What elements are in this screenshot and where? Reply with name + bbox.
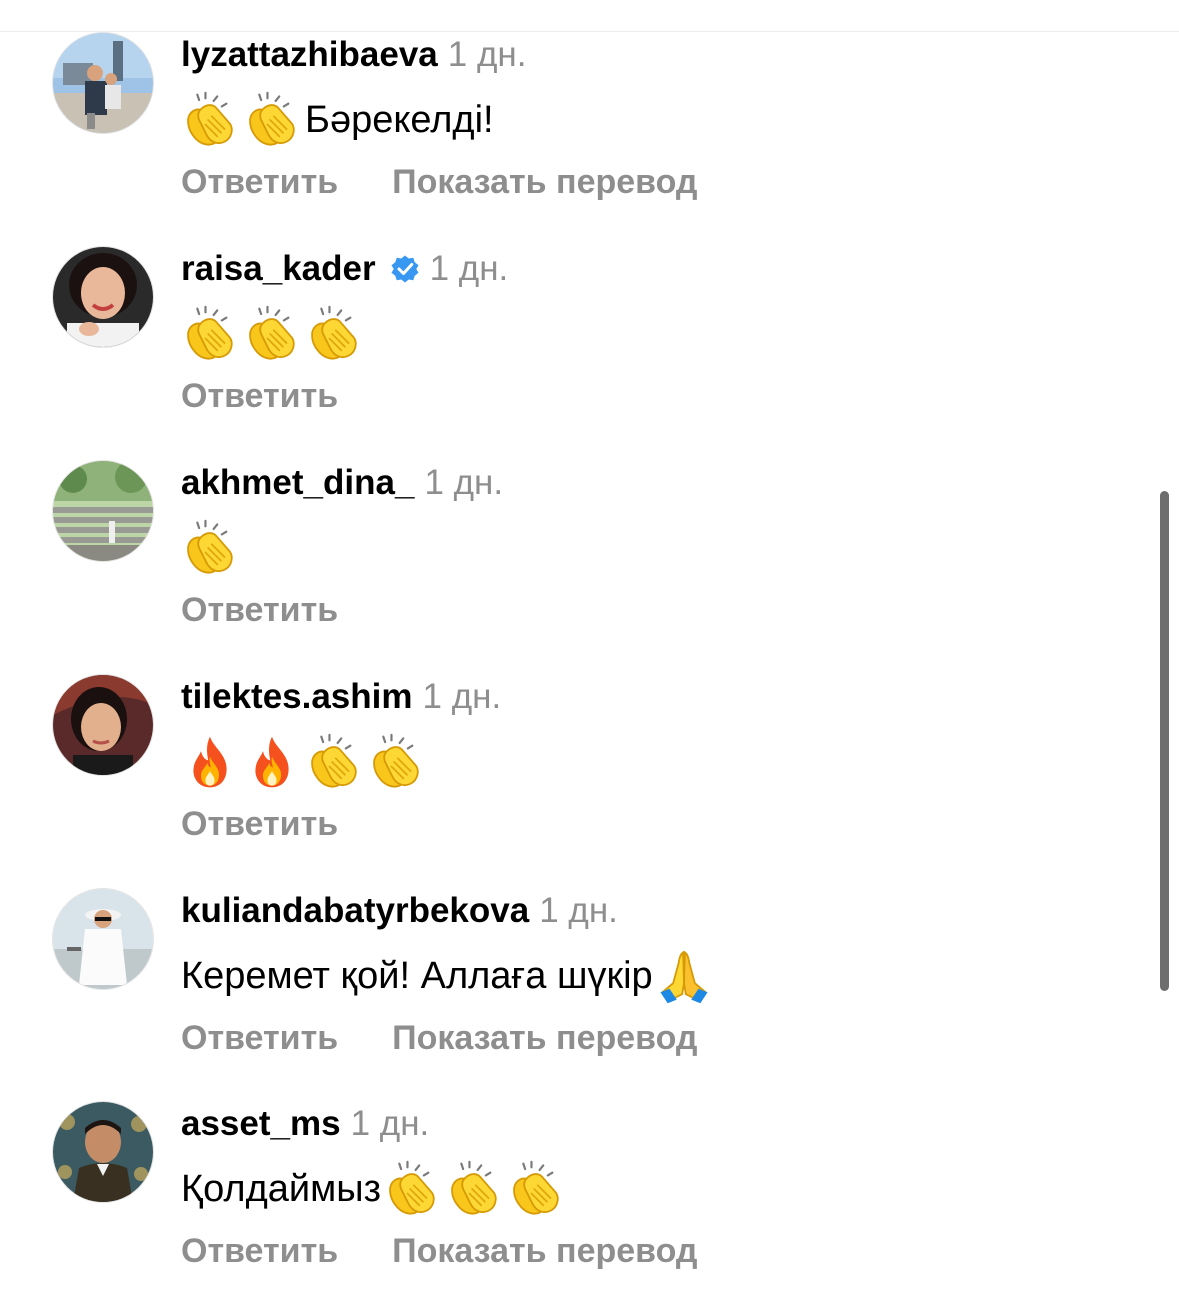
comment-actions: Ответить Показать перевод bbox=[181, 160, 698, 204]
comment-header: kuliandabatyrbekova 1 дн. bbox=[181, 890, 618, 932]
comment-item: akhmet_dina_ 1 дн. Ответить bbox=[0, 460, 1150, 674]
comment-text: Бәрекелді! bbox=[181, 88, 496, 152]
comment-header: asset_ms 1 дн. bbox=[181, 1103, 429, 1145]
comment-text-run: Бәрекелді! bbox=[305, 98, 494, 141]
clapping-hands-icon bbox=[243, 305, 301, 363]
comment-actions: Ответить bbox=[181, 802, 338, 846]
fire-icon bbox=[243, 733, 301, 791]
username[interactable]: raisa_kader bbox=[181, 249, 376, 289]
reply-button[interactable]: Ответить bbox=[181, 377, 338, 416]
reply-button[interactable]: Ответить bbox=[181, 1019, 338, 1058]
avatar[interactable] bbox=[52, 246, 154, 348]
comment-text-run: Қолдаймыз bbox=[181, 1167, 382, 1210]
comment-header: akhmet_dina_ 1 дн. bbox=[181, 462, 503, 504]
reply-button[interactable]: Ответить bbox=[181, 1232, 338, 1271]
comment-text-run: Керемет қой! Аллаға шүкір bbox=[181, 954, 653, 997]
clapping-hands-icon bbox=[305, 733, 363, 791]
comment-item: asset_ms 1 дн. Қолдаймыз Ответить Показа… bbox=[0, 1101, 1150, 1315]
comment-timestamp: 1 дн. bbox=[539, 891, 618, 930]
scrollbar[interactable] bbox=[1160, 491, 1169, 991]
comment-header: tilektes.ashim 1 дн. bbox=[181, 676, 501, 718]
clapping-hands-icon bbox=[181, 305, 239, 363]
folded-hands-icon bbox=[655, 947, 713, 1005]
comment-text: Қолдаймыз bbox=[181, 1157, 569, 1221]
comment-header: raisa_kader 1 дн. bbox=[181, 248, 508, 290]
show-translation-button[interactable]: Показать перевод bbox=[392, 1232, 697, 1271]
clapping-hands-icon bbox=[181, 91, 239, 149]
username[interactable]: akhmet_dina_ bbox=[181, 463, 414, 503]
avatar[interactable] bbox=[52, 888, 154, 990]
avatar[interactable] bbox=[52, 674, 154, 776]
comment-item: tilektes.ashim 1 дн. Ответить bbox=[0, 674, 1150, 888]
comment-text bbox=[181, 302, 367, 366]
comment-header: lyzattazhibaeva 1 дн. bbox=[181, 34, 526, 76]
clapping-hands-icon bbox=[181, 519, 239, 577]
comment-actions: Ответить Показать перевод bbox=[181, 1229, 698, 1273]
comment-text bbox=[181, 730, 429, 794]
comment-item: raisa_kader 1 дн. Ответить bbox=[0, 246, 1150, 460]
reply-button[interactable]: Ответить bbox=[181, 591, 338, 630]
clapping-hands-icon bbox=[445, 1160, 503, 1218]
clapping-hands-icon bbox=[507, 1160, 565, 1218]
verified-badge-icon bbox=[390, 254, 420, 284]
comment-actions: Ответить bbox=[181, 588, 338, 632]
comment-timestamp: 1 дн. bbox=[422, 677, 502, 716]
avatar[interactable] bbox=[52, 460, 154, 562]
avatar[interactable] bbox=[52, 32, 154, 134]
comment-timestamp: 1 дн. bbox=[447, 35, 527, 74]
fire-icon bbox=[181, 733, 239, 791]
comment-timestamp: 1 дн. bbox=[350, 1104, 430, 1143]
clapping-hands-icon bbox=[367, 733, 425, 791]
clapping-hands-icon bbox=[383, 1160, 441, 1218]
show-translation-button[interactable]: Показать перевод bbox=[392, 163, 697, 202]
show-translation-button[interactable]: Показать перевод bbox=[392, 1019, 697, 1058]
comment-timestamp: 1 дн. bbox=[429, 249, 509, 288]
avatar[interactable] bbox=[52, 1101, 154, 1203]
username[interactable]: kuliandabatyrbekova bbox=[181, 891, 529, 931]
comment-text bbox=[181, 516, 243, 580]
username[interactable]: tilektes.ashim bbox=[181, 677, 413, 717]
reply-button[interactable]: Ответить bbox=[181, 163, 338, 202]
username[interactable]: asset_ms bbox=[181, 1104, 341, 1144]
comment-item: kuliandabatyrbekova 1 дн. Керемет қой! Алл… bbox=[0, 888, 1150, 1102]
comment-actions: Ответить Показать перевод bbox=[181, 1016, 698, 1060]
comment-item: lyzattazhibaeva 1 дн. Бәрекелді! Ответить bbox=[0, 32, 1150, 246]
reply-button[interactable]: Ответить bbox=[181, 805, 338, 844]
username[interactable]: lyzattazhibaeva bbox=[181, 35, 438, 75]
comment-text: Керемет қой! Аллаға шүкір bbox=[181, 944, 717, 1008]
comment-timestamp: 1 дн. bbox=[424, 463, 504, 502]
clapping-hands-icon bbox=[243, 91, 301, 149]
comment-actions: Ответить bbox=[181, 374, 338, 418]
clapping-hands-icon bbox=[305, 305, 363, 363]
